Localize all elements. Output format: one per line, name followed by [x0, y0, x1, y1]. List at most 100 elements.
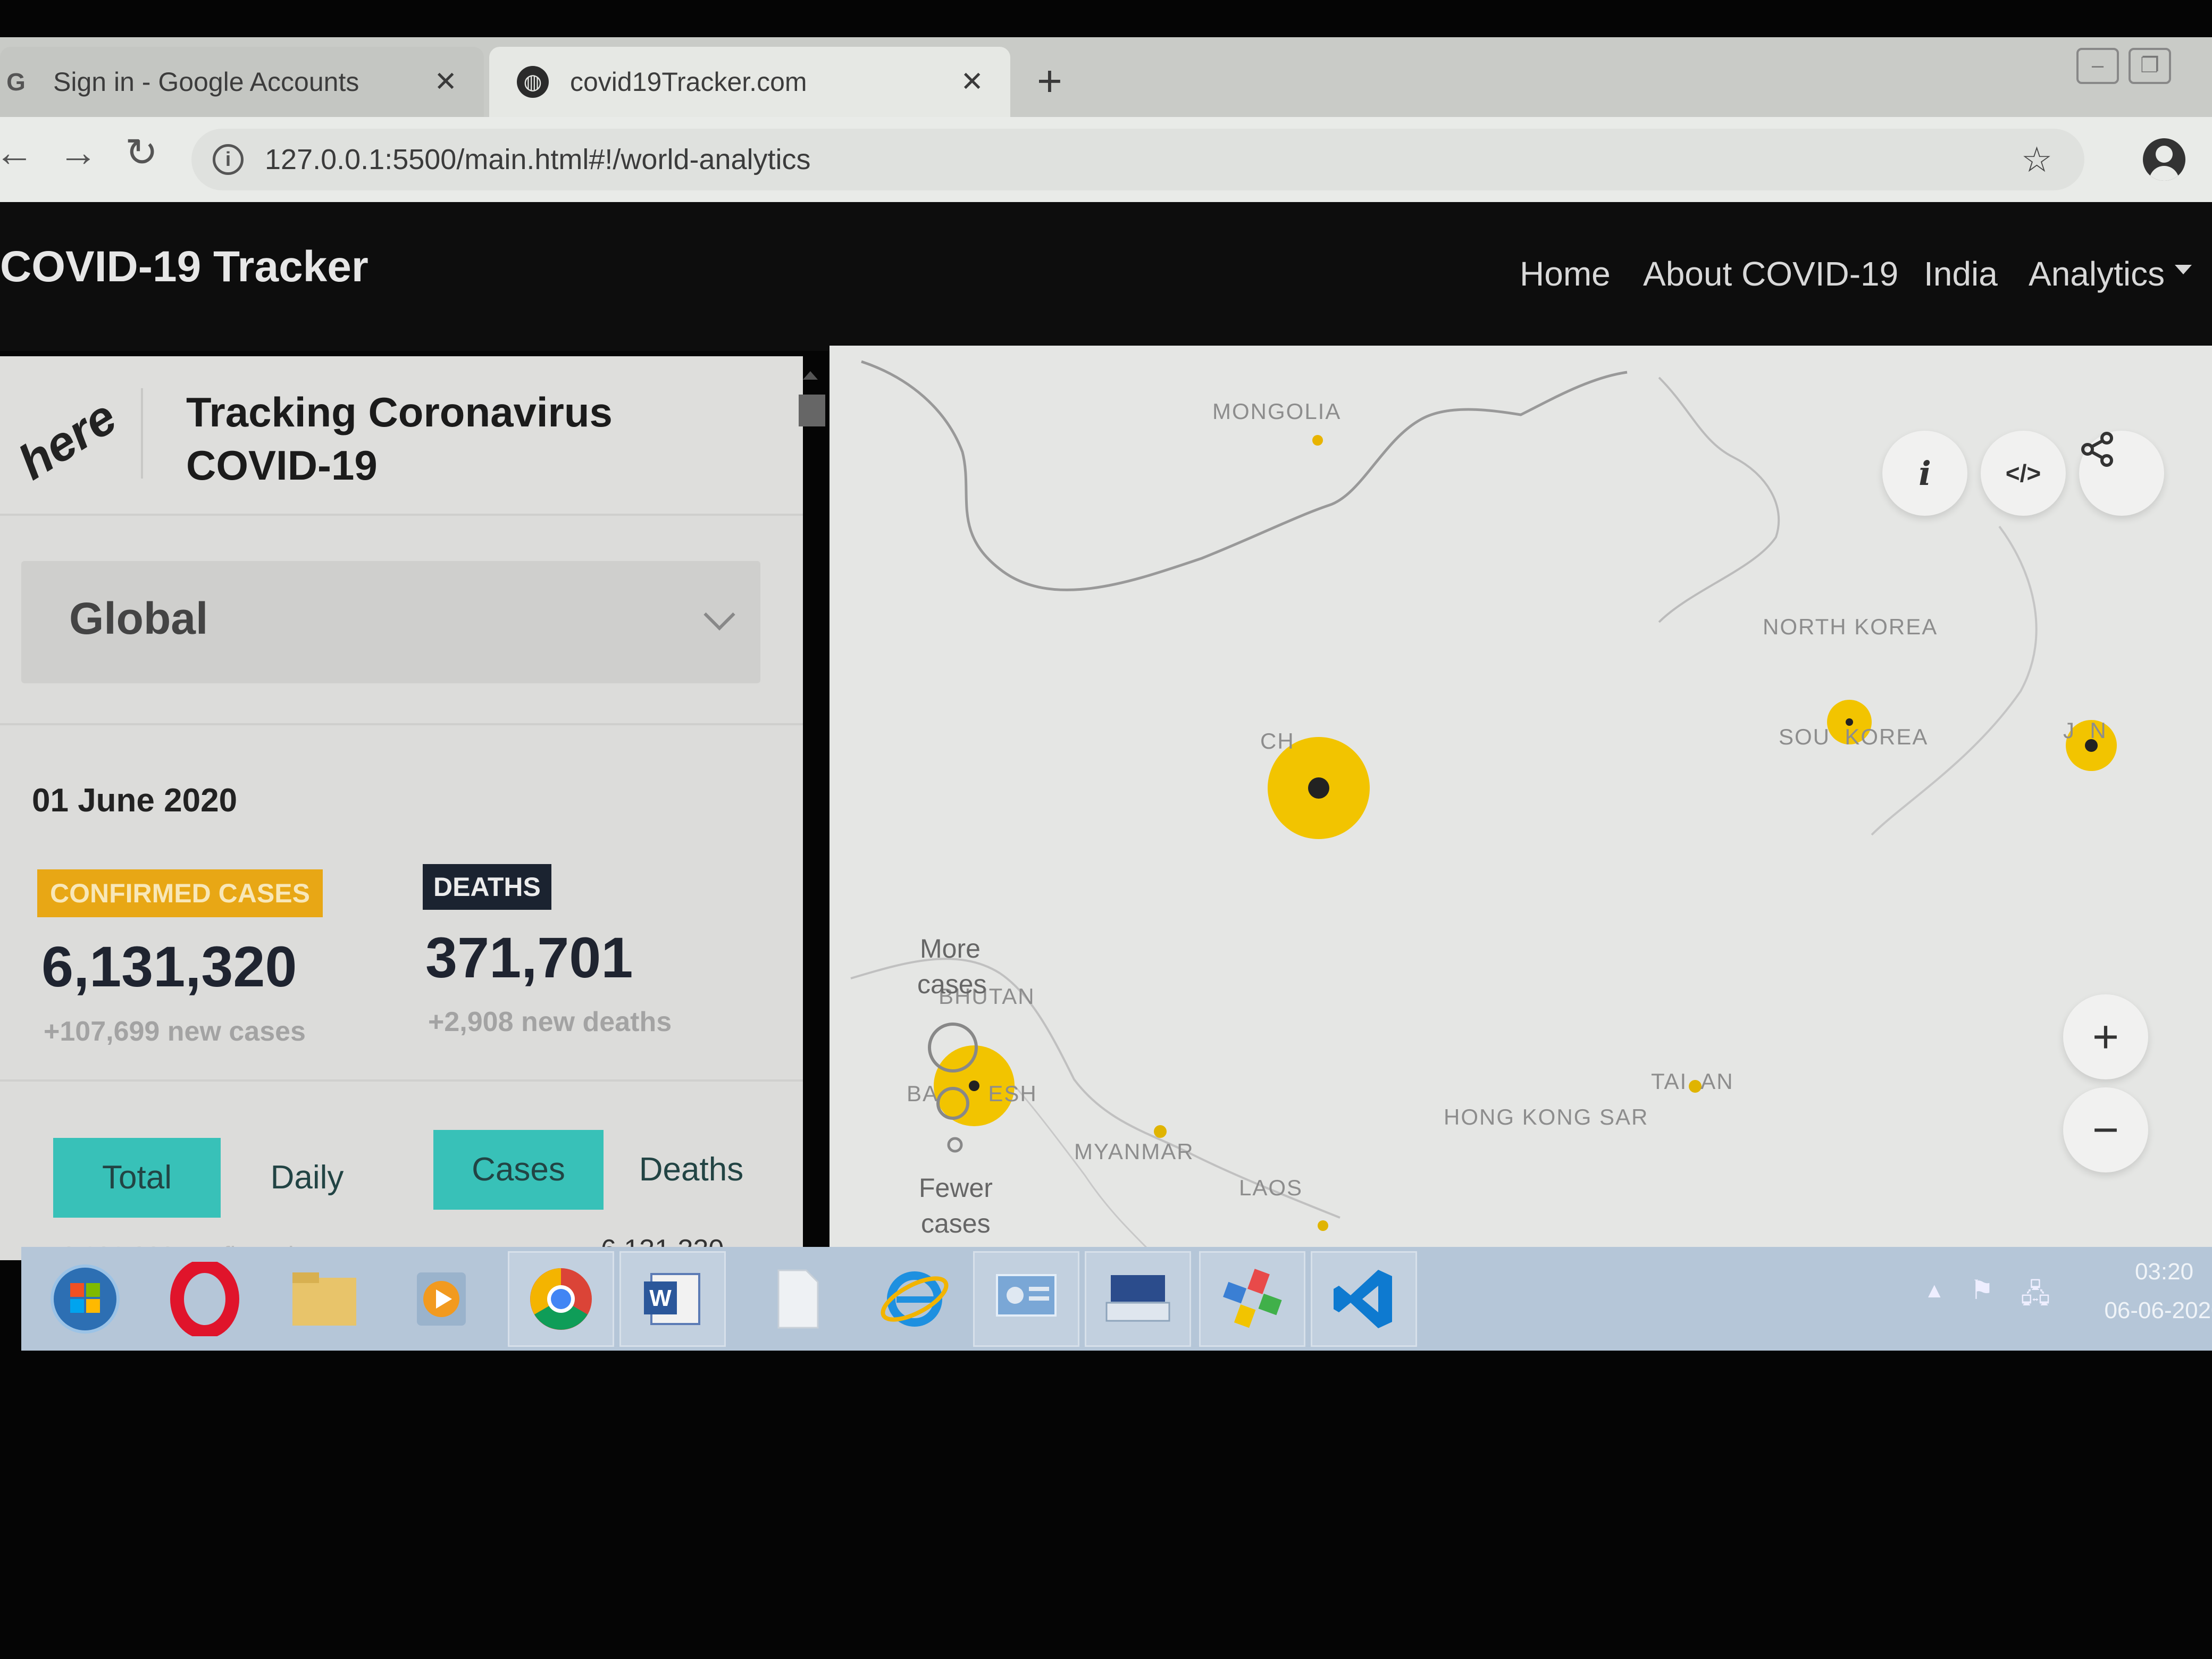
profile-avatar-icon[interactable] — [2143, 138, 2185, 181]
new-deaths-text: +2,908 new deaths — [428, 1007, 672, 1037]
legend-more-label-2: cases — [917, 969, 987, 999]
china-bubble-center — [1308, 777, 1329, 799]
paint-icon — [1223, 1269, 1282, 1328]
start-button[interactable] — [32, 1251, 138, 1347]
blank-file-icon — [777, 1269, 819, 1329]
share-button[interactable] — [2079, 431, 2164, 516]
divider — [0, 723, 803, 725]
bookmark-star-icon[interactable]: ☆ — [2021, 139, 2052, 180]
browser-toolbar: ← → ↻ i 127.0.0.1:5500/main.html#!/world… — [0, 117, 2212, 202]
site-brand[interactable]: COVID-19 Tracker — [0, 242, 368, 292]
legend-fewer-label-2: cases — [921, 1209, 991, 1238]
confirmed-cases-value: 6,131,320 — [41, 934, 297, 999]
share-icon — [2081, 432, 2113, 467]
browser-window: G Sign in - Google Accounts ✕ ◍ covid19T… — [0, 37, 2212, 202]
new-cases-text: +107,699 new cases — [44, 1016, 306, 1047]
map-label-mongolia: MONGOLIA — [1212, 399, 1342, 424]
north-korea-border — [1658, 376, 1780, 623]
map-label-laos: LAOS — [1239, 1175, 1303, 1200]
panel-header: here Tracking Coronavirus COVID-19 — [0, 356, 803, 516]
region-selected-value: Global — [69, 593, 208, 643]
address-bar[interactable]: i 127.0.0.1:5500/main.html#!/world-analy… — [191, 129, 2084, 190]
file-taskbar-button[interactable] — [744, 1251, 851, 1347]
data-date: 01 June 2020 — [32, 782, 238, 819]
action-center-flag-icon[interactable]: ⚑ — [1970, 1275, 1994, 1305]
keyboard-icon — [1105, 1275, 1170, 1322]
window-controls: – ❐ — [2076, 48, 2212, 90]
site-info-icon[interactable]: i — [213, 144, 244, 175]
info-button[interactable]: i — [1882, 431, 1967, 516]
folder-icon — [292, 1272, 356, 1326]
world-map[interactable]: MONGOLIA NORTH KOREA SOU KOREA CH J N BH… — [830, 346, 2212, 1250]
region-select[interactable]: Global — [21, 561, 760, 683]
mongolia-border — [861, 360, 1628, 591]
control-panel-taskbar-button[interactable] — [973, 1251, 1079, 1347]
here-logo: here — [9, 389, 126, 490]
tab-title: Sign in - Google Accounts — [53, 67, 359, 97]
laos-bubble — [1318, 1220, 1328, 1231]
restore-icon[interactable]: ❐ — [2129, 48, 2171, 84]
back-arrow-icon[interactable]: ← — [0, 133, 34, 172]
nav-home-link[interactable]: Home — [1520, 254, 1611, 294]
clock-time[interactable]: 03:20 — [2090, 1259, 2212, 1285]
map-label-myanmar: MYANMAR — [1074, 1139, 1194, 1164]
confirmed-cases-badge: CONFIRMED CASES — [37, 869, 323, 917]
legend-small-circle — [947, 1137, 963, 1153]
opera-taskbar-button[interactable] — [152, 1251, 258, 1347]
deaths-toggle-button[interactable]: Deaths — [606, 1130, 776, 1210]
cases-toggle-button[interactable]: Cases — [433, 1130, 604, 1210]
new-tab-button[interactable]: + — [1037, 60, 1062, 103]
vscode-taskbar-button[interactable] — [1311, 1251, 1417, 1347]
word-icon: W — [644, 1273, 700, 1325]
svg-text:W: W — [649, 1285, 672, 1311]
clock-date[interactable]: 06-06-2020 — [2084, 1297, 2212, 1324]
forward-arrow-icon[interactable]: → — [58, 133, 98, 172]
control-panel-icon — [996, 1274, 1057, 1317]
map-label-china: CH — [1260, 728, 1295, 753]
start-orb-icon — [51, 1264, 120, 1334]
tray-expand-icon[interactable]: ▲ — [1924, 1279, 1945, 1303]
embed-code-button[interactable]: </> — [1981, 431, 2066, 516]
reload-icon[interactable]: ↻ — [125, 133, 158, 172]
site-navbar: COVID-19 Tracker Home About COVID-19 Ind… — [0, 202, 2212, 351]
map-label-taiwan: TAI AN — [1651, 1069, 1734, 1094]
minimize-icon[interactable]: – — [2076, 48, 2119, 84]
zoom-in-button[interactable]: + — [2063, 994, 2148, 1079]
network-icon[interactable]: 🖧 — [2021, 1275, 2050, 1320]
close-tab-icon[interactable]: ✕ — [434, 66, 457, 98]
chrome-taskbar-button[interactable] — [508, 1251, 614, 1347]
deaths-badge: DEATHS — [423, 864, 551, 910]
tab-google-signin[interactable]: G Sign in - Google Accounts ✕ — [0, 47, 484, 117]
ie-taskbar-button[interactable] — [861, 1251, 968, 1347]
vscode-icon — [1334, 1270, 1392, 1328]
panel-subtitle: COVID-19 — [186, 442, 378, 489]
caret-down-icon[interactable] — [2175, 265, 2192, 274]
media-player-taskbar-button[interactable] — [388, 1251, 495, 1347]
tracker-panel: here Tracking Coronavirus COVID-19 Globa… — [0, 356, 825, 1270]
nav-about-link[interactable]: About COVID-19 — [1643, 254, 1898, 294]
close-tab-icon[interactable]: ✕ — [960, 66, 984, 98]
tab-covid-tracker[interactable]: ◍ covid19Tracker.com ✕ — [489, 47, 1010, 117]
globe-icon: ◍ — [517, 66, 549, 98]
word-taskbar-button[interactable]: W — [619, 1251, 726, 1347]
panel-title: Tracking Coronavirus — [186, 389, 613, 435]
daily-toggle-button[interactable]: Daily — [223, 1138, 391, 1218]
map-label-south-korea: SOU KOREA — [1779, 724, 1929, 749]
explorer-taskbar-button[interactable] — [271, 1251, 378, 1347]
divider — [0, 1079, 803, 1082]
paint-taskbar-button[interactable] — [1199, 1251, 1305, 1347]
zoom-out-button[interactable]: − — [2063, 1087, 2148, 1172]
nav-analytics-dropdown[interactable]: Analytics — [2029, 254, 2165, 294]
google-favicon-icon: G — [6, 68, 26, 96]
nav-india-link[interactable]: India — [1924, 254, 1998, 294]
panel-scrollbar[interactable] — [795, 367, 816, 1250]
total-toggle-button[interactable]: Total — [53, 1138, 221, 1218]
myanmar-bubble — [1154, 1125, 1167, 1138]
opera-icon — [170, 1262, 239, 1336]
scroll-up-arrow-icon[interactable] — [803, 371, 818, 380]
scrollbar-thumb[interactable] — [799, 395, 825, 426]
keyboard-taskbar-button[interactable] — [1085, 1251, 1191, 1347]
tab-strip: G Sign in - Google Accounts ✕ ◍ covid19T… — [0, 37, 2212, 117]
url-text[interactable]: 127.0.0.1:5500/main.html#!/world-analyti… — [265, 143, 2021, 176]
mongolia-bubble — [1312, 435, 1323, 446]
